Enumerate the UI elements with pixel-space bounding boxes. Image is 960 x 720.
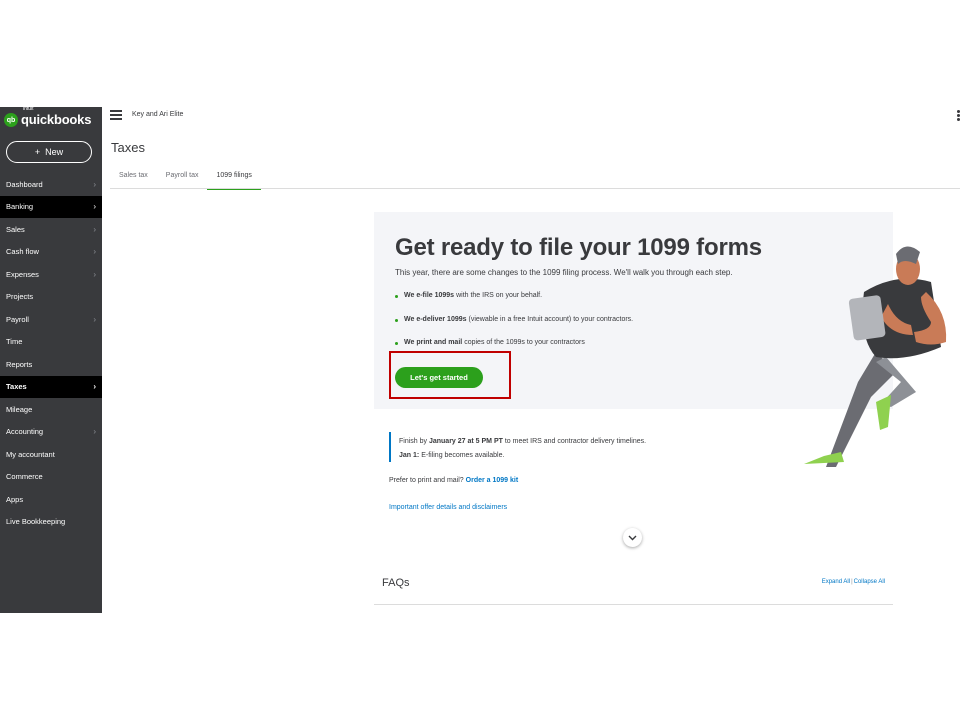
sidebar-item-label: Payroll xyxy=(6,314,29,324)
new-button[interactable]: + New xyxy=(6,141,92,163)
sidebar-item-label: My accountant xyxy=(6,449,55,459)
chevron-right-icon: › xyxy=(93,269,96,279)
sidebar-item-label: Projects xyxy=(6,292,34,302)
sidebar-item-time[interactable]: Time xyxy=(0,331,102,354)
sidebar-item-banking[interactable]: Banking › xyxy=(0,195,102,218)
collapse-all-link[interactable]: Collapse All xyxy=(854,579,885,585)
chevron-down-icon xyxy=(628,535,637,540)
tab-sales-tax[interactable]: Sales tax xyxy=(110,169,157,188)
sidebar-item-mileage[interactable]: Mileage xyxy=(0,398,102,421)
company-name: Key and Ari Elite xyxy=(132,111,184,118)
chevron-right-icon: › xyxy=(93,382,96,392)
chevron-right-icon: › xyxy=(93,202,96,212)
faqs-heading: FAQs xyxy=(382,577,410,589)
sidebar-item-commerce[interactable]: Commerce xyxy=(0,466,102,489)
sidebar-item-accounting[interactable]: Accounting › xyxy=(0,421,102,444)
sidebar-item-label: Dashboard xyxy=(6,179,43,189)
deadline-info: Finish by January 27 at 5 PM PT to meet … xyxy=(399,438,647,459)
sidebar-item-live-bookkeeping[interactable]: Live Bookkeeping xyxy=(0,511,102,534)
sidebar-item-label: Commerce xyxy=(6,472,43,482)
chevron-right-icon: › xyxy=(93,314,96,324)
sidebar-item-label: Mileage xyxy=(6,404,33,414)
sidebar-item-label: Accounting xyxy=(6,427,44,437)
hero-title: Get ready to file your 1099 forms xyxy=(395,234,762,261)
qb-logo-icon: qb xyxy=(4,113,18,127)
page-title: Taxes xyxy=(111,140,145,155)
tab-bar: Sales tax Payroll tax 1099 filings xyxy=(110,169,261,190)
sidebar-item-sales[interactable]: Sales › xyxy=(0,218,102,241)
brand-name: quickbooks xyxy=(21,112,92,127)
quickbooks-logo[interactable]: qb intuit quickbooks xyxy=(4,107,92,130)
sidebar-item-expenses[interactable]: Expenses › xyxy=(0,263,102,286)
top-bar: Key and Ari Elite xyxy=(102,107,960,129)
print-mail-prompt: Prefer to print and mail? Order a 1099 k… xyxy=(389,477,519,484)
sidebar-item-label: Sales xyxy=(6,224,25,234)
list-item: We e-file 1099s with the IRS on your beha… xyxy=(395,292,633,316)
chevron-right-icon: › xyxy=(93,179,96,189)
hamburger-menu-icon[interactable] xyxy=(110,110,122,120)
quickbooks-app: qb intuit quickbooks + New Dashboard › Ban… xyxy=(0,107,960,613)
sidebar-item-label: Expenses xyxy=(6,269,39,279)
sidebar-item-dashboard[interactable]: Dashboard › xyxy=(0,173,102,196)
sidebar-item-label: Reports xyxy=(6,359,33,369)
intuit-label: intuit xyxy=(23,107,34,112)
deadline-accent-bar xyxy=(389,432,391,462)
offer-disclaimers-link[interactable]: Important offer details and disclaimers xyxy=(389,504,507,511)
sidebar-item-reports[interactable]: Reports xyxy=(0,353,102,376)
sidebar-nav: Dashboard › Banking › Sales › Cash flow › Expens… xyxy=(0,173,102,533)
tab-1099-filings[interactable]: 1099 filings xyxy=(207,169,261,190)
sidebar: qb intuit quickbooks + New Dashboard › Ban… xyxy=(0,107,102,613)
tab-divider xyxy=(110,188,960,189)
new-button-label: New xyxy=(45,147,64,157)
bullet-dot-icon xyxy=(395,295,398,298)
sidebar-item-my-accountant[interactable]: My accountant xyxy=(0,443,102,466)
chevron-right-icon: › xyxy=(93,224,96,234)
faq-divider xyxy=(374,604,893,605)
sidebar-item-label: Time xyxy=(6,337,23,347)
sidebar-item-apps[interactable]: Apps xyxy=(0,488,102,511)
chevron-right-icon: › xyxy=(93,247,96,257)
chevron-right-icon: › xyxy=(93,427,96,437)
tab-payroll-tax[interactable]: Payroll tax xyxy=(157,169,208,188)
bullet-dot-icon xyxy=(395,318,398,322)
sidebar-item-payroll[interactable]: Payroll › xyxy=(0,308,102,331)
sidebar-item-label: Live Bookkeeping xyxy=(6,517,66,527)
faq-controls: Expand All|Collapse All xyxy=(821,579,885,585)
annotation-highlight-box xyxy=(389,351,511,399)
sidebar-item-label: Banking xyxy=(6,202,34,212)
sidebar-item-label: Apps xyxy=(6,494,24,504)
sidebar-item-label: Cash flow xyxy=(6,247,39,257)
sidebar-item-label: Taxes xyxy=(6,382,27,392)
hero-intro: This year, there are some changes to the… xyxy=(395,268,733,277)
plus-icon: + xyxy=(34,147,41,157)
bullet-dot-icon xyxy=(395,342,398,345)
sidebar-item-taxes[interactable]: Taxes › xyxy=(0,375,102,398)
scroll-down-button[interactable] xyxy=(623,528,642,547)
expand-all-link[interactable]: Expand All xyxy=(822,579,850,585)
sidebar-item-projects[interactable]: Projects xyxy=(0,286,102,309)
person-with-tablet-illustration xyxy=(804,246,947,467)
list-item: We e-deliver 1099s (viewable in a free In… xyxy=(395,316,633,340)
sidebar-item-cash-flow[interactable]: Cash flow › xyxy=(0,241,102,264)
order-1099-kit-link[interactable]: Order a 1099 kit xyxy=(466,477,519,484)
